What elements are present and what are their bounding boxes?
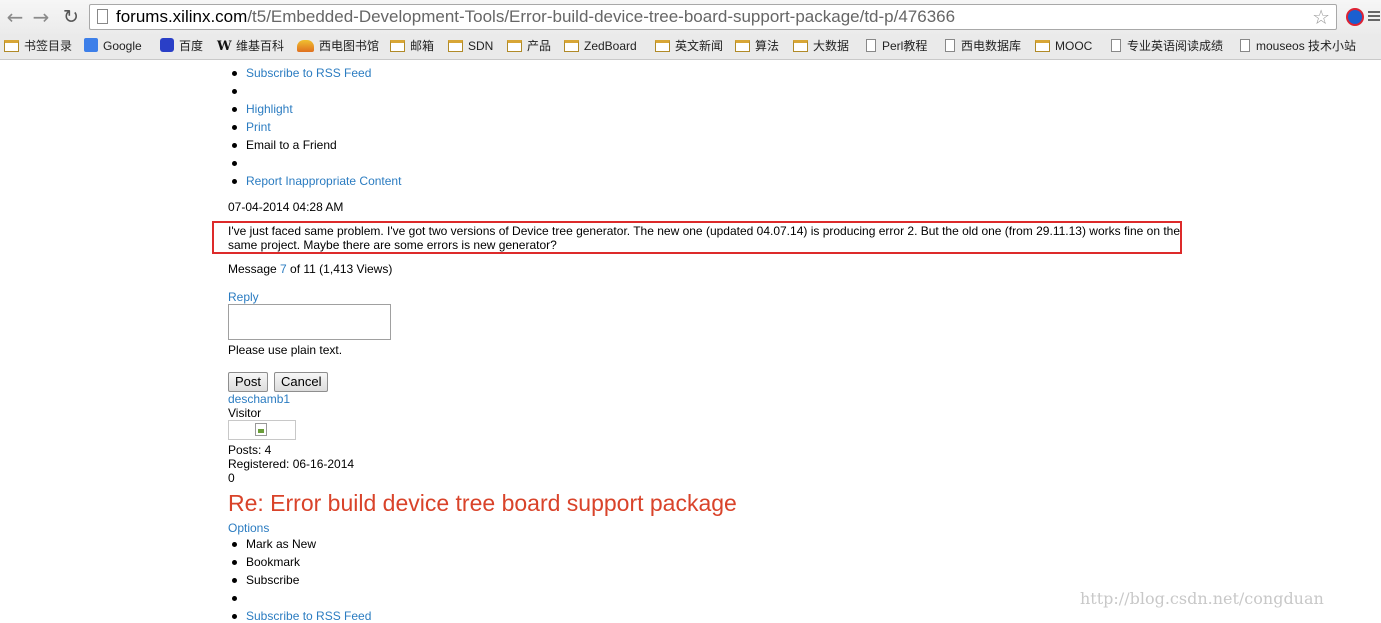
page-content: Subscribe to RSS Feed Highlight Print Em…	[0, 60, 1381, 623]
folder-icon	[793, 40, 808, 52]
bookmark-label: 维基百科	[236, 39, 285, 53]
folder-icon	[4, 40, 19, 52]
author-name-link[interactable]: deschamb1	[228, 392, 290, 406]
bookmark-item[interactable]: MOOC	[1035, 37, 1092, 55]
bookmark-item[interactable]: 专业英语阅读成绩	[1111, 37, 1223, 55]
folder-icon	[507, 40, 522, 52]
mark-as-new-item[interactable]: Mark as New	[231, 537, 316, 551]
bookmark-label: SDN	[468, 39, 494, 53]
bookmark-star-icon[interactable]: ☆	[1312, 5, 1330, 29]
author-posts: Posts: 4	[228, 443, 272, 457]
post-body: I've just faced same problem. I've got t…	[228, 224, 1181, 252]
post-button[interactable]: Post	[228, 372, 269, 392]
bookmark-label: 专业英语阅读成绩	[1127, 39, 1224, 53]
bookmark-item[interactable]: 产品	[507, 37, 551, 55]
post-timestamp: 07-04-2014 04:28 AM	[228, 200, 344, 214]
options-link[interactable]: Options	[228, 521, 269, 535]
bookmark-label: mouseos 技术小站	[1256, 39, 1357, 53]
bookmark-label: 大数据	[813, 39, 850, 53]
reload-icon[interactable]: ↻	[60, 6, 82, 28]
subscribe-item[interactable]: Subscribe	[231, 573, 299, 587]
highlight-link[interactable]: Highlight	[232, 102, 293, 116]
bookmark-label: Perl教程	[882, 39, 928, 53]
reply-link[interactable]: Reply	[228, 290, 259, 304]
avatar	[228, 420, 296, 440]
folder-icon	[448, 40, 463, 52]
plain-text-hint: Please use plain text.	[228, 343, 343, 357]
wikipedia-icon: W	[217, 39, 232, 54]
folder-icon	[1035, 40, 1050, 52]
page-icon	[1111, 39, 1121, 52]
author-registered: Registered: 06-16-2014	[228, 457, 355, 471]
message-count: Message 7 of 11 (1,413 Views)	[228, 262, 392, 276]
forward-arrow-icon[interactable]: →	[30, 6, 52, 28]
bookmark-item[interactable]: 算法	[735, 37, 779, 55]
reply-textarea[interactable]	[228, 304, 391, 340]
baidu-paw-icon	[160, 38, 174, 52]
url-host: forums.xilinx.com	[116, 7, 248, 26]
bookmark-label: 算法	[755, 39, 780, 53]
bookmark-item[interactable]: 大数据	[793, 37, 849, 55]
bookmark-label: 产品	[527, 39, 552, 53]
bookmark-item[interactable]: 书签目录	[4, 37, 72, 55]
folder-icon	[390, 40, 405, 52]
bookmark-label: MOOC	[1055, 39, 1093, 53]
bookmark-item[interactable]: 邮箱	[390, 37, 434, 55]
bookmark-label: Google	[103, 39, 142, 53]
library-icon	[297, 40, 314, 52]
bookmark-item[interactable]: 百度	[160, 37, 203, 55]
menu-icon[interactable]	[1368, 9, 1380, 25]
google-icon	[84, 38, 98, 52]
print-link[interactable]: Print	[232, 120, 271, 134]
bookmark-item[interactable]: W 维基百科	[217, 37, 284, 55]
bookmark-label: 书签目录	[24, 39, 73, 53]
bookmark-label: 英文新闻	[675, 39, 724, 53]
watermark-text: http://blog.csdn.net/congduan	[1080, 589, 1324, 608]
kudos-count: 0	[228, 471, 235, 485]
subscribe-rss-link[interactable]: Subscribe to RSS Feed	[231, 609, 371, 623]
bookmark-label: 邮箱	[410, 39, 435, 53]
message-number-link[interactable]: 7	[280, 262, 287, 276]
folder-icon	[564, 40, 579, 52]
url-path: /t5/Embedded-Development-Tools/Error-bui…	[247, 7, 956, 26]
author-rank: Visitor	[228, 406, 262, 420]
url-text[interactable]: forums.xilinx.com/t5/Embedded-Developmen…	[116, 6, 955, 28]
address-bar[interactable]: forums.xilinx.com/t5/Embedded-Developmen…	[89, 4, 1337, 30]
bookmark-item[interactable]: 西电图书馆	[297, 37, 379, 55]
extension-icon[interactable]	[1346, 8, 1364, 26]
subscribe-rss-link[interactable]: Subscribe to RSS Feed	[231, 66, 371, 80]
bookmark-item[interactable]: 英文新闻	[655, 37, 723, 55]
bookmark-item[interactable]: mouseos 技术小站	[1240, 37, 1356, 55]
browser-toolbar: ← → ↻ forums.xilinx.com/t5/Embedded-Deve…	[0, 0, 1381, 34]
cancel-button[interactable]: Cancel	[274, 372, 329, 392]
bookmark-label: ZedBoard	[584, 39, 637, 53]
bookmark-label: 百度	[179, 39, 204, 53]
page-icon	[1240, 39, 1250, 52]
page-icon	[945, 39, 955, 52]
page-icon	[866, 39, 876, 52]
email-friend-item[interactable]: Email to a Friend	[232, 138, 337, 152]
bookmark-label: 西电数据库	[961, 39, 1022, 53]
bookmark-item[interactable]: Perl教程	[866, 37, 927, 55]
message-suffix: of 11 (1,413 Views)	[286, 262, 393, 276]
broken-image-icon	[255, 423, 267, 436]
message-prefix: Message	[228, 262, 281, 276]
bookmark-label: 西电图书馆	[319, 39, 380, 53]
bookmark-item[interactable]: Bookmark	[231, 555, 300, 569]
folder-icon	[735, 40, 750, 52]
bookmark-item[interactable]: ZedBoard	[564, 37, 637, 55]
bookmark-item[interactable]: SDN	[448, 37, 493, 55]
folder-icon	[655, 40, 670, 52]
page-icon	[97, 9, 108, 24]
back-arrow-icon[interactable]: ←	[4, 6, 26, 28]
bookmark-item[interactable]: Google	[84, 37, 142, 55]
bookmarks-bar: 书签目录 Google 百度 W 维基百科 西电图书馆 邮箱 SDN 产品 Zed…	[0, 34, 1381, 60]
post-title: Re: Error build device tree board suppor…	[228, 490, 737, 516]
report-content-link[interactable]: Report Inappropriate Content	[231, 174, 401, 188]
bookmark-item[interactable]: 西电数据库	[945, 37, 1021, 55]
